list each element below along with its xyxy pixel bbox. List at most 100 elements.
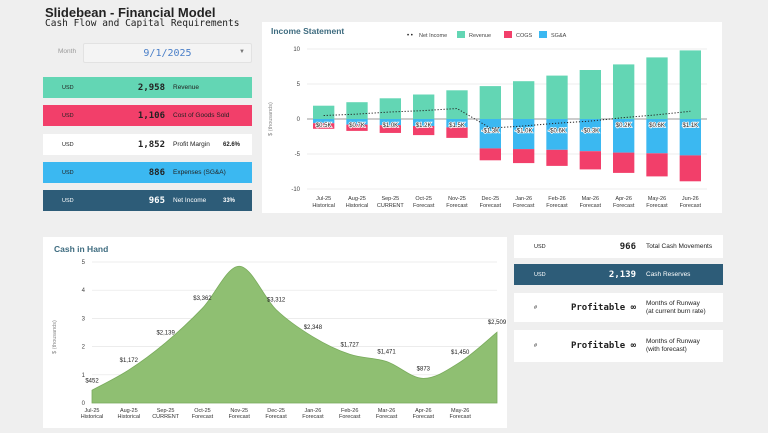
cash-data-label: $2,509 xyxy=(488,320,507,326)
summary-card-revenue: USD 2,958 Revenue xyxy=(43,77,252,98)
chevron-down-icon: ▼ xyxy=(239,49,245,55)
net-income-data-label: $1.1K xyxy=(682,123,698,129)
y-tick-label: 2 xyxy=(82,345,86,351)
x-tick-sublabel: Historical xyxy=(346,203,369,209)
summary-card-net-income: USD 965 Net Income 33% xyxy=(43,190,252,211)
x-tick-label: Jun-26 xyxy=(682,196,699,202)
income-statement-chart: 1050-5-10$ (thousands) $0.5KJul-25Histori… xyxy=(268,31,707,209)
legend-net-income-icon: • • xyxy=(407,33,413,39)
x-tick-label: Feb-26 xyxy=(548,196,565,202)
x-tick-sublabel: Forecast xyxy=(680,203,702,209)
legend-swatch xyxy=(539,31,547,38)
y-tick-label: 5 xyxy=(82,260,86,266)
revenue-bar xyxy=(546,75,568,119)
x-tick-label: May-26 xyxy=(648,196,666,202)
label-line-2: (with forecast) xyxy=(646,346,687,353)
currency-label: USD xyxy=(62,197,74,204)
summary-card-expenses: USD 886 Expenses (SG&A) xyxy=(43,162,252,183)
revenue-bar xyxy=(346,102,368,119)
x-tick-sublabel: Forecast xyxy=(613,203,635,209)
currency-label: USD xyxy=(62,84,74,91)
page-subtitle: Cash Flow and Capital Requirements xyxy=(45,18,240,29)
cogs-bar xyxy=(646,153,668,177)
month-label: Month xyxy=(58,48,77,55)
x-tick-sublabel: Forecast xyxy=(229,414,251,420)
x-tick-label: Nov-25 xyxy=(448,196,466,202)
x-tick-sublabel: Forecast xyxy=(302,414,324,420)
revenue-bar xyxy=(413,94,435,119)
month-value: 9/1/2025 xyxy=(143,48,192,59)
legend-swatch xyxy=(457,31,465,38)
x-tick-label: Jan-26 xyxy=(515,196,532,202)
currency-label: # xyxy=(534,343,538,349)
y-tick-label: 10 xyxy=(293,47,300,53)
cogs-bar xyxy=(679,155,701,182)
cash-summary-value: 2,139 xyxy=(608,269,636,280)
cash-data-label: $1,471 xyxy=(377,350,396,356)
cash-in-hand-panel: Cash in Hand 0 1 2 3 4 5 $ (thousands) $452 Jul-… xyxy=(43,237,507,428)
x-tick-sublabel: Forecast xyxy=(646,203,668,209)
cash-chart-title: Cash in Hand xyxy=(54,244,109,254)
net-income-data-label: $1.2K xyxy=(416,123,432,129)
income-statement-panel: Income Statement 10 5 0 -5 -10 $ (thousands) $… xyxy=(262,22,722,213)
income-chart-title: Income Statement xyxy=(271,26,345,36)
summary-value: 1,852 xyxy=(137,139,165,150)
net-income-data-label: $1.5K xyxy=(449,123,465,129)
y-tick-label: 0 xyxy=(82,401,86,407)
cogs-bar xyxy=(546,149,568,166)
x-tick-sublabel: Forecast xyxy=(265,414,287,420)
x-tick-label: Oct-25 xyxy=(415,196,432,202)
cogs-bar xyxy=(479,148,501,161)
cash-data-label: $2,348 xyxy=(304,325,323,331)
summary-label: Profit Margin xyxy=(173,141,210,148)
net-income-data-label: -$1.3K xyxy=(481,129,499,135)
cogs-bar xyxy=(579,151,601,170)
cash-summary-value: 966 xyxy=(619,241,636,252)
revenue-bar xyxy=(513,81,535,119)
y-tick-label: 3 xyxy=(82,316,86,322)
net-income-data-label: $0.6K xyxy=(649,123,665,129)
y-tick-label: 5 xyxy=(297,82,301,88)
revenue-bar xyxy=(679,50,701,119)
x-tick-sublabel: Historical xyxy=(118,414,141,420)
summary-card-profit-margin: USD 1,852 Profit Margin 62.6% xyxy=(43,134,252,155)
cash-summary-label: Cash Reserves xyxy=(646,270,691,278)
y-axis-label: $ (thousands) xyxy=(52,320,58,354)
cash-summary-value: Profitable ∞ xyxy=(570,302,636,313)
cash-summary-runway-current: # Profitable ∞ Months of Runway (at curren… xyxy=(514,293,723,322)
net-income-line xyxy=(323,107,691,129)
revenue-bar xyxy=(446,90,468,119)
x-tick-sublabel: Forecast xyxy=(339,414,361,420)
month-dropdown[interactable]: 9/1/2025 ▼ xyxy=(83,43,252,63)
net-income-data-label: $0.2K xyxy=(616,123,632,129)
summary-percent: 62.6% xyxy=(223,141,241,148)
y-axis-label: $ (thousands) xyxy=(268,102,274,136)
legend-revenue: Revenue xyxy=(469,33,491,39)
cash-summary-value: Profitable ∞ xyxy=(570,341,636,351)
net-income-data-label: $0.5K xyxy=(316,123,332,129)
net-income-data-label: -$0.6K xyxy=(548,129,566,135)
x-tick-sublabel: CURRENT xyxy=(152,414,180,420)
x-tick-sublabel: Historical xyxy=(312,203,335,209)
revenue-bar xyxy=(479,86,501,119)
legend-swatch xyxy=(504,31,512,38)
summary-card-cogs: USD 1,106 Cost of Goods Sold xyxy=(43,105,252,126)
currency-label: USD xyxy=(534,271,546,278)
x-tick-sublabel: Forecast xyxy=(546,203,568,209)
revenue-bar xyxy=(613,64,635,119)
summary-value: 965 xyxy=(148,195,165,206)
cash-in-hand-chart: 012345$ (thousands)$452Jul-25Historical$… xyxy=(52,260,507,420)
cash-summary-runway-forecast: # Profitable ∞ Months of Runway (with fore… xyxy=(514,330,723,362)
net-income-data-label: $0.7K xyxy=(349,123,365,129)
cash-summary-cash-reserves: USD 2,139 Cash Reserves xyxy=(514,264,723,285)
summary-label: Cost of Goods Sold xyxy=(173,112,230,119)
label-line-1: Months of Runway xyxy=(646,338,700,345)
revenue-bar xyxy=(579,70,601,119)
cash-data-label: $3,362 xyxy=(193,296,212,302)
revenue-bar xyxy=(313,105,335,119)
revenue-bar xyxy=(646,57,668,119)
y-tick-label: 0 xyxy=(297,117,301,123)
summary-percent: 33% xyxy=(223,197,236,204)
label-line-2: (at current burn rate) xyxy=(646,307,706,315)
cash-summary-total-cash-movements: USD 966 Total Cash Movements xyxy=(514,235,723,258)
